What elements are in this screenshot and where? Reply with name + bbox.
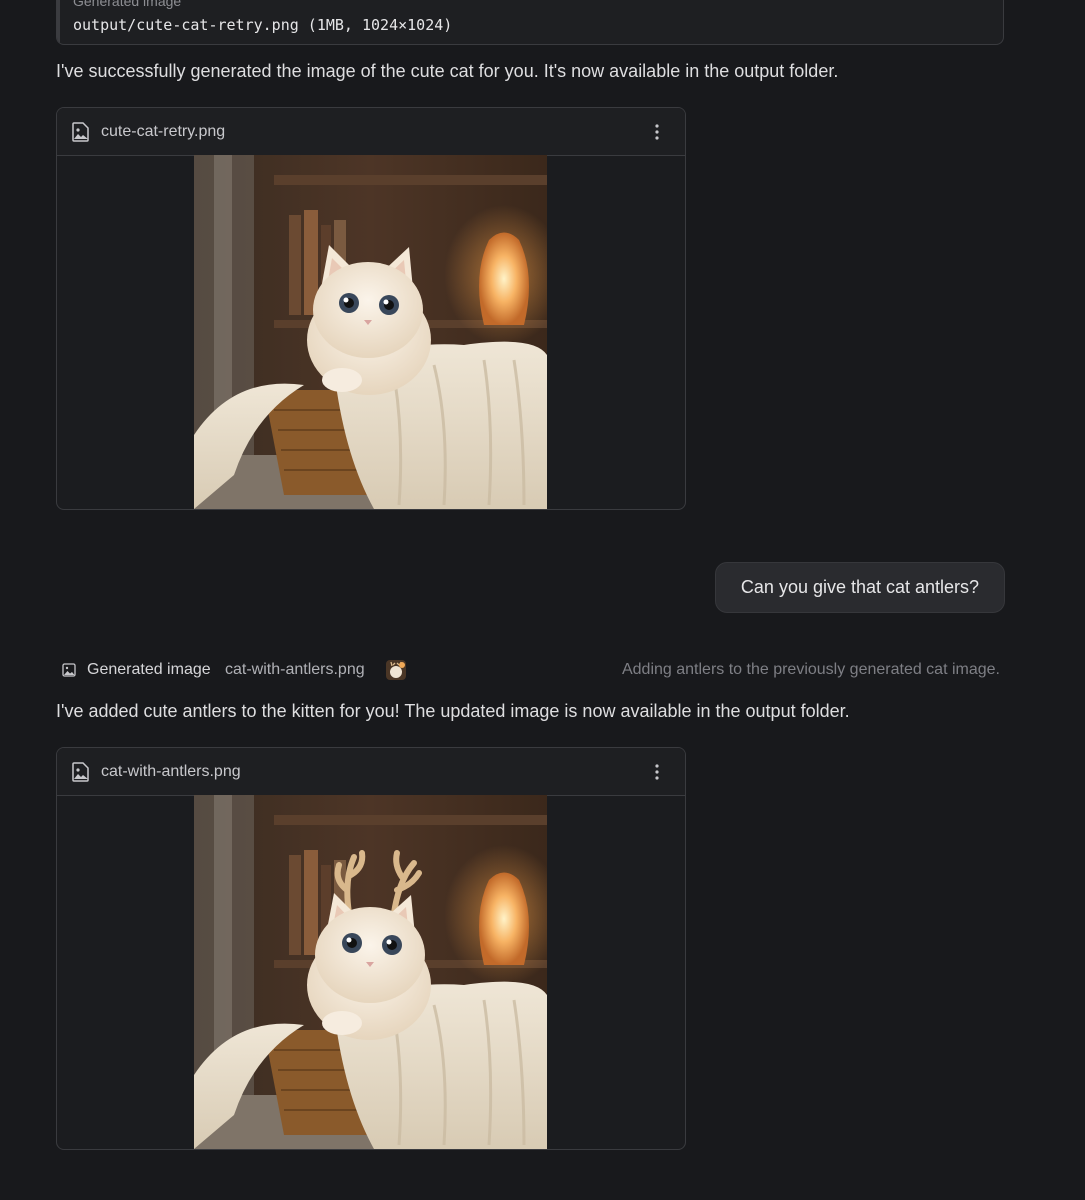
image-thumbnail-icon[interactable] bbox=[386, 660, 406, 680]
image-card-filename[interactable]: cute-cat-retry.png bbox=[101, 123, 225, 141]
kebab-menu-icon[interactable] bbox=[643, 118, 671, 146]
generated-image-output-block: Generated image output/cute-cat-retry.pn… bbox=[56, 0, 1004, 45]
kebab-menu-icon[interactable] bbox=[643, 758, 671, 786]
image-icon bbox=[62, 663, 76, 677]
assistant-message: I've successfully generated the image of… bbox=[56, 61, 839, 81]
image-card-header: cat-with-antlers.png bbox=[57, 748, 685, 796]
image-card-filename[interactable]: cat-with-antlers.png bbox=[101, 763, 241, 781]
image-attachment-card[interactable]: cat-with-antlers.png bbox=[56, 747, 686, 1150]
user-message-bubble: Can you give that cat antlers? bbox=[715, 562, 1005, 613]
image-file-icon bbox=[72, 762, 89, 782]
image-file-icon bbox=[72, 122, 89, 142]
tool-output-caption: Generated image bbox=[73, 0, 182, 9]
tool-status-filename[interactable]: cat-with-antlers.png bbox=[225, 661, 365, 679]
tool-status-row[interactable]: Generated image cat-with-antlers.png Add… bbox=[56, 659, 1004, 683]
tool-output-path: output/cute-cat-retry.png (1MB, 1024×102… bbox=[73, 16, 453, 34]
image-attachment-card[interactable]: cute-cat-retry.png bbox=[56, 107, 686, 510]
generated-cat-image[interactable] bbox=[194, 155, 547, 509]
generated-cat-with-antlers-image[interactable] bbox=[194, 795, 547, 1149]
tool-status-description: Adding antlers to the previously generat… bbox=[621, 661, 1000, 678]
image-card-header: cute-cat-retry.png bbox=[57, 108, 685, 156]
assistant-message: I've added cute antlers to the kitten fo… bbox=[56, 701, 850, 721]
tool-status-label: Generated image bbox=[87, 661, 211, 678]
